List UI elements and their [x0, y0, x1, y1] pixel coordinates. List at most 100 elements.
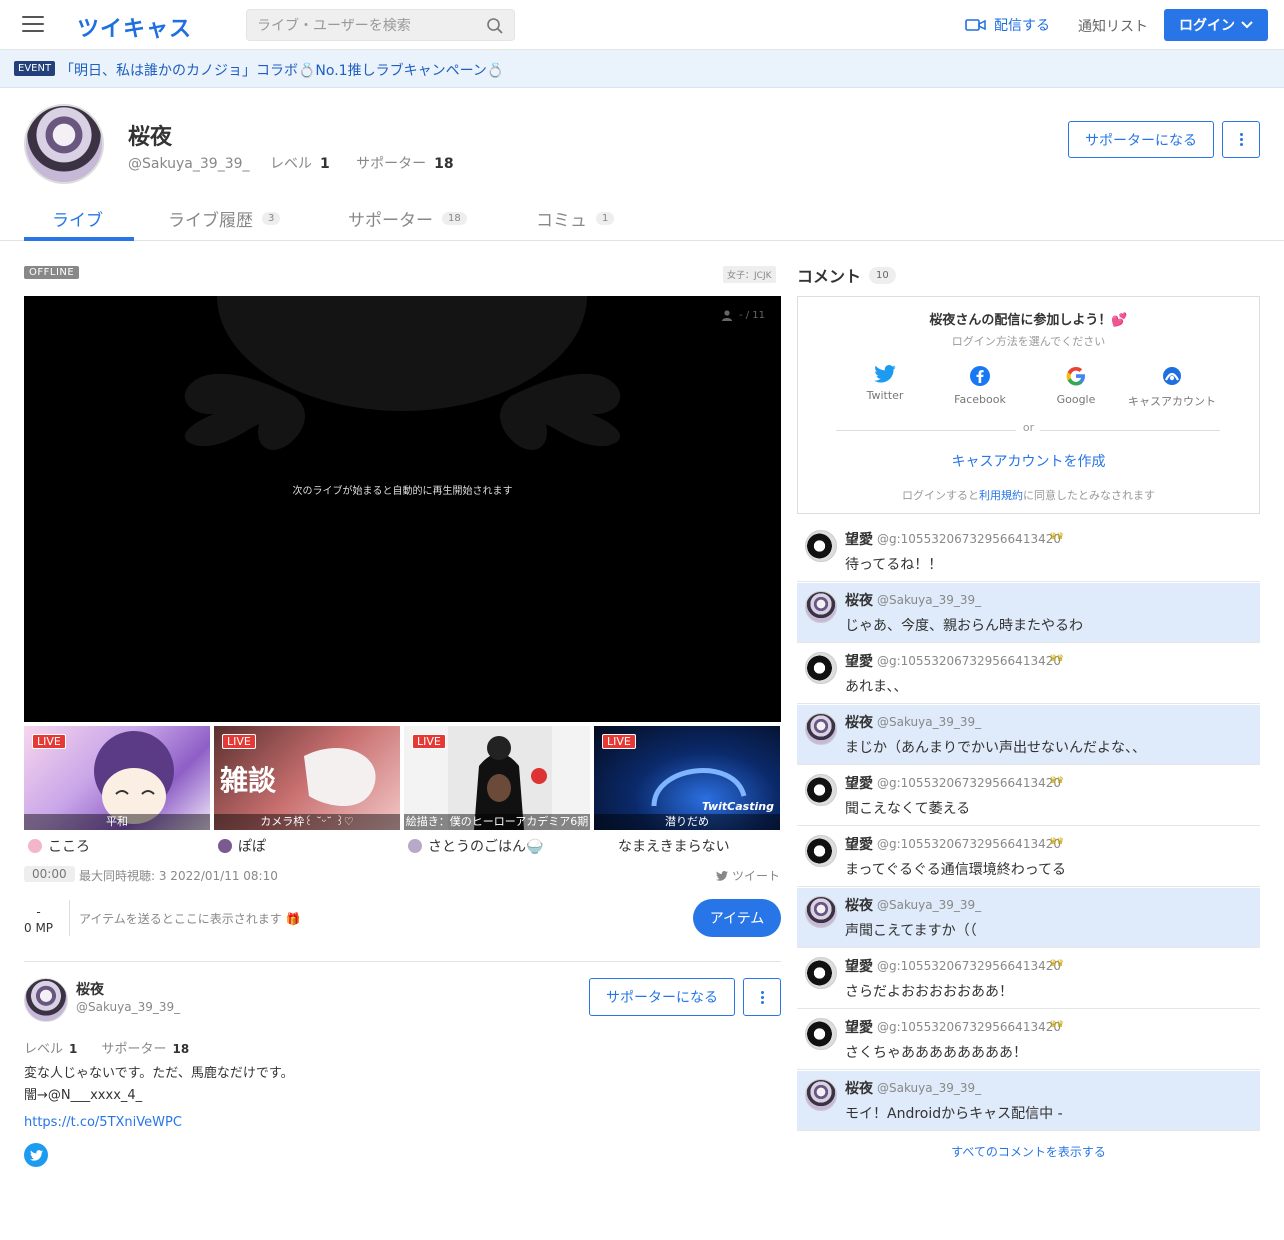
- more-options-button[interactable]: [1222, 121, 1260, 158]
- tab-live-history[interactable]: ライブ履歴 3: [168, 206, 281, 231]
- avatar[interactable]: [805, 652, 837, 684]
- tab-live[interactable]: ライブ: [52, 206, 103, 231]
- login-prompt-box: 桜夜さんの配信に参加しよう！💕 ログイン方法を選んでください Twitter F…: [797, 296, 1260, 514]
- live-thumbnail-2[interactable]: 雑談 LIVE カメラ枠꒰ ˘ᵕ˘ ꒱♡: [214, 726, 400, 830]
- login-twitter-button[interactable]: Twitter: [837, 365, 933, 402]
- comment-author[interactable]: 桜夜: [845, 895, 873, 915]
- login-facebook-button[interactable]: Facebook: [932, 365, 1028, 406]
- thumb-user-4[interactable]: なまえきまらない: [618, 836, 730, 856]
- site-logo[interactable]: ツイキャス: [77, 11, 192, 43]
- item-placeholder-message: アイテムを送るとここに表示されます 🎁: [79, 912, 301, 926]
- comment-text: 待ってるね！！: [845, 557, 943, 573]
- divider: [69, 900, 70, 936]
- video-player[interactable]: - / 11 次のライブが始まると自動的に再生開始されます: [24, 296, 781, 722]
- terms-link[interactable]: 利用規約: [979, 489, 1023, 502]
- bio-name: 桜夜: [76, 982, 104, 998]
- comment-handle: @g:105532067329566413420: [877, 654, 1061, 668]
- login-cas-account-button[interactable]: キャスアカウント: [1124, 365, 1220, 409]
- broadcast-link[interactable]: 配信する: [965, 15, 1050, 35]
- thumbnail-caption: カメラ枠꒰ ˘ᵕ˘ ꒱♡: [214, 814, 400, 830]
- tab-supporter[interactable]: サポーター 18: [348, 206, 467, 231]
- top-header: ツイキャス 配信する 通知リスト ログイン: [0, 0, 1284, 50]
- supporter-count: 18: [172, 1042, 190, 1056]
- thumbnail-caption: 潜りだめ: [594, 814, 780, 830]
- active-tab-indicator: [24, 237, 134, 241]
- bio-more-options-button[interactable]: [743, 978, 781, 1016]
- comment-author[interactable]: 桜夜: [845, 590, 873, 610]
- supporter-badge-icon: ♛♛: [1049, 654, 1064, 664]
- or-separator: or: [1022, 421, 1035, 434]
- bio-meta: レベル 1 サポーター 18: [24, 1038, 209, 1057]
- comment-text: まじか（あんまりでかい声出せないんだよな、、: [845, 740, 1146, 756]
- comment-handle: @Sakuya_39_39_: [877, 715, 982, 729]
- user-icon: [721, 310, 732, 321]
- twitter-profile-button[interactable]: [24, 1143, 48, 1167]
- thumb-user-2[interactable]: ぽぽ: [218, 836, 266, 856]
- avatar[interactable]: [805, 713, 837, 745]
- thumb-user-1[interactable]: こころ: [28, 836, 90, 856]
- level-value: 1: [319, 156, 330, 172]
- elapsed-time: 00:00: [24, 866, 75, 882]
- twitter-icon: [874, 365, 896, 383]
- category-tag[interactable]: 女子：JCJK: [723, 266, 776, 283]
- profile-avatar[interactable]: [24, 104, 104, 184]
- tab-history-label: ライブ履歴: [168, 211, 253, 231]
- more-icon: [760, 989, 764, 1006]
- thumb-user-3[interactable]: さとうのごはん🍚: [408, 836, 543, 856]
- offline-badge: OFFLINE: [24, 266, 80, 279]
- search-icon[interactable]: [486, 17, 504, 35]
- comment-handle: @g:105532067329566413420: [877, 959, 1061, 973]
- become-supporter-button[interactable]: サポーターになる: [1068, 121, 1214, 158]
- live-thumbnail-4[interactable]: TwitCasting LIVE 潜りだめ: [594, 726, 780, 830]
- avatar[interactable]: [805, 835, 837, 867]
- live-thumbnail-3[interactable]: LIVE 絵描き：僕のヒーローアカデミア6期: [404, 726, 590, 830]
- search-box[interactable]: [246, 9, 515, 41]
- tweet-label: ツイート: [732, 869, 781, 883]
- menu-icon[interactable]: [22, 16, 44, 34]
- comment-author[interactable]: 望愛: [845, 1017, 873, 1037]
- avatar[interactable]: [805, 774, 837, 806]
- mascot-silhouette-icon: [184, 296, 621, 450]
- profile-handle: @Sakuya_39_39_: [128, 156, 250, 172]
- comment-author[interactable]: 望愛: [845, 956, 873, 976]
- item-button[interactable]: アイテム: [693, 899, 781, 937]
- comment-item: 望愛 @g:105532067329566413420 さくちゃああああああああ！ ♛…: [797, 1010, 1260, 1070]
- comment-author[interactable]: 望愛: [845, 529, 873, 549]
- terms-post: に同意したとみなされます: [1023, 489, 1155, 502]
- comment-author[interactable]: 桜夜: [845, 1078, 873, 1098]
- bio-avatar[interactable]: [24, 978, 68, 1022]
- avatar[interactable]: [805, 896, 837, 928]
- event-link[interactable]: 「明日、私は誰かのカノジョ」コラボ💍No.1推しラブキャンペーン💍: [60, 60, 504, 80]
- comment-author[interactable]: 望愛: [845, 651, 873, 671]
- login-button[interactable]: ログイン: [1164, 9, 1268, 41]
- bio-link[interactable]: https://t.co/5TXniVeWPC: [24, 1115, 182, 1130]
- avatar[interactable]: [805, 591, 837, 623]
- comment-text: さくちゃああああああああ！: [845, 1045, 1027, 1061]
- avatar[interactable]: [805, 957, 837, 989]
- comment-item: 望愛 @g:105532067329566413420 さらだよおおおおおああ！ ♛♛: [797, 949, 1260, 1009]
- comment-author[interactable]: 望愛: [845, 834, 873, 854]
- supporter-badge-icon: ♛♛: [1049, 959, 1064, 969]
- search-input[interactable]: [257, 16, 482, 36]
- create-account-link[interactable]: キャスアカウントを作成: [798, 451, 1259, 471]
- event-bar: EVENT 「明日、私は誰かのカノジョ」コラボ💍No.1推しラブキャンペーン💍: [0, 50, 1284, 88]
- comments-count: 10: [869, 266, 896, 284]
- bio-become-supporter-button[interactable]: サポーターになる: [589, 978, 735, 1016]
- tweet-link[interactable]: ツイート: [716, 867, 780, 884]
- level-value: 1: [69, 1042, 78, 1056]
- avatar[interactable]: [805, 1018, 837, 1050]
- login-google-button[interactable]: Google: [1028, 365, 1124, 406]
- comment-author[interactable]: 望愛: [845, 773, 873, 793]
- twitter-icon: [29, 1149, 43, 1161]
- comments-header: コメント 10: [797, 263, 896, 287]
- live-thumbnail-1[interactable]: LIVE 平和: [24, 726, 210, 830]
- tab-community[interactable]: コミュ 1: [536, 206, 615, 231]
- tab-history-count: 3: [262, 212, 281, 225]
- show-all-comments-link[interactable]: すべてのコメントを表示する: [797, 1143, 1260, 1160]
- comment-handle: @g:105532067329566413420: [877, 837, 1061, 851]
- tab-supporter-count: 18: [442, 212, 467, 225]
- avatar[interactable]: [805, 1079, 837, 1111]
- avatar[interactable]: [805, 530, 837, 562]
- notify-list-link[interactable]: 通知リスト: [1078, 16, 1148, 36]
- comment-author[interactable]: 桜夜: [845, 712, 873, 732]
